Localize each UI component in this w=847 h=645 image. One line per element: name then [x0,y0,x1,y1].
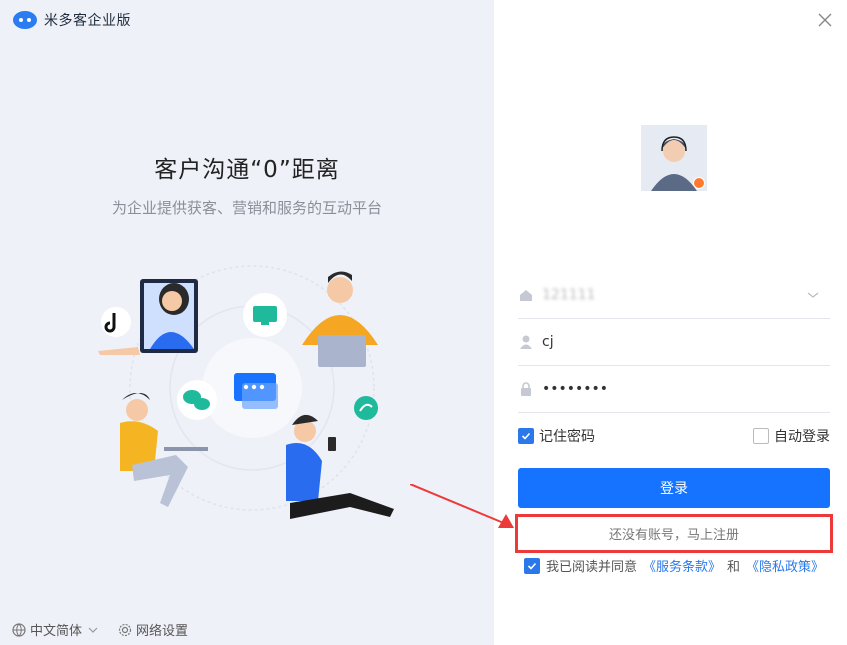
left-footer: 中文简体 网络设置 [12,620,188,639]
chat-monitor-icon [243,293,287,337]
checkbox-box[interactable] [518,428,534,444]
chevron-down-icon [88,627,98,633]
chevron-down-icon[interactable] [806,288,820,302]
remember-password-label: 记住密码 [539,429,595,445]
avatar [641,125,707,191]
page-headline: 客户沟通“0”距离 [154,157,340,183]
check-icon [521,432,531,440]
brand: 米多客企业版 [12,10,131,30]
gear-icon [118,623,132,636]
remember-password-checkbox[interactable]: 记住密码 [518,426,595,446]
auto-login-label: 自动登录 [774,429,830,445]
privacy-link[interactable]: 《隐私政策》 [746,556,824,575]
company-id-value: 121111 [542,287,596,303]
password-field[interactable]: •••••••• [518,366,830,413]
agreement-row: 我已阅读并同意 《服务条款》和《隐私政策》 [524,556,824,575]
hero-illustration [98,265,394,519]
language-label: 中文简体 [30,624,83,639]
brand-name: 米多客企业版 [44,13,131,29]
lock-icon [521,382,531,396]
home-icon [520,290,532,301]
close-icon[interactable] [815,10,835,30]
brand-logo-icon [13,11,37,29]
login-window: 米多客企业版 客户沟通“0”距离 为企业提供获客、营销和服务的互动平台 中文简体… [0,0,847,645]
login-button[interactable]: 登录 [518,468,830,508]
page-subheadline: 为企业提供获客、营销和服务的互动平台 [111,199,382,217]
username-value: cj [542,334,554,350]
agree-prefix: 我已阅读并同意 [546,560,638,575]
terms-link[interactable]: 《服务条款》 [643,556,721,575]
miniprogram-icon [354,396,378,420]
user-icon [520,335,532,349]
login-options: 记住密码 自动登录 [518,426,830,446]
register-link[interactable]: 还没有账号，马上注册 [515,514,833,553]
username-field[interactable]: cj [518,319,830,366]
network-settings-label: 网络设置 [136,624,189,639]
company-id-field[interactable]: 121111 [518,272,830,319]
globe-icon [12,622,26,637]
auto-login-checkbox[interactable]: 自动登录 [753,426,830,446]
wechat-icon [177,380,217,420]
network-settings-link[interactable]: 网络设置 [118,620,188,639]
checkbox-box[interactable] [753,428,769,444]
tiktok-icon [101,307,131,337]
agree-and: 和 [727,560,741,575]
check-icon [527,562,537,570]
promo-panel: 米多客企业版 客户沟通“0”距离 为企业提供获客、营销和服务的互动平台 中文简体… [0,0,494,645]
login-panel: 121111 cj •••••••• 记住密码 自动登录 登录 还没有账号，马上… [494,0,847,645]
agree-checkbox[interactable] [524,557,540,574]
status-badge [693,177,705,189]
language-selector[interactable]: 中文简体 [12,620,100,639]
password-value: •••••••• [542,381,609,397]
